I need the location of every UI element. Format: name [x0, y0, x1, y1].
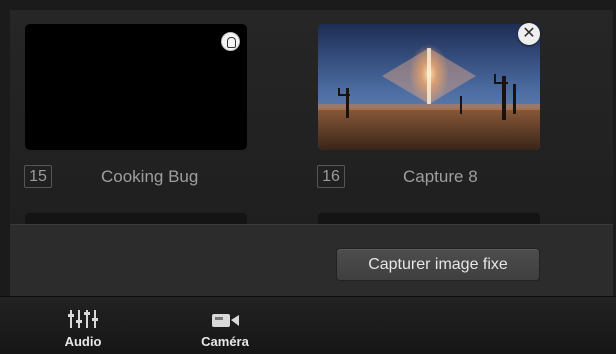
desert-night-image: [318, 24, 540, 150]
media-index-badge: 16: [317, 165, 345, 188]
camera-icon: [212, 314, 239, 327]
media-index-badge: 15: [24, 165, 52, 188]
audio-badge-icon: [221, 32, 240, 51]
media-pool-grid: ✕ 15 Cooking Bug 16 Capture 8: [10, 10, 613, 224]
tab-camera[interactable]: Caméra: [185, 297, 265, 354]
capture-still-button[interactable]: Capturer image fixe: [336, 248, 540, 281]
capture-panel: Capturer image fixe: [10, 224, 613, 296]
media-name-label: Capture 8: [403, 167, 478, 186]
tab-audio[interactable]: Audio: [43, 297, 123, 354]
media-name-label: Cooking Bug: [101, 167, 199, 186]
tab-audio-label: Audio: [64, 334, 102, 349]
remove-icon[interactable]: ✕: [518, 23, 540, 45]
tab-camera-label: Caméra: [201, 334, 249, 349]
media-thumbnail-next-row[interactable]: [25, 213, 247, 224]
media-thumbnail-capture-8[interactable]: [318, 24, 540, 150]
media-thumbnail-cooking-bug[interactable]: [25, 24, 247, 150]
mixer-sliders-icon: [68, 310, 98, 328]
bottom-tab-bar: Audio Caméra: [0, 296, 616, 354]
media-thumbnail-next-row[interactable]: [318, 213, 540, 224]
